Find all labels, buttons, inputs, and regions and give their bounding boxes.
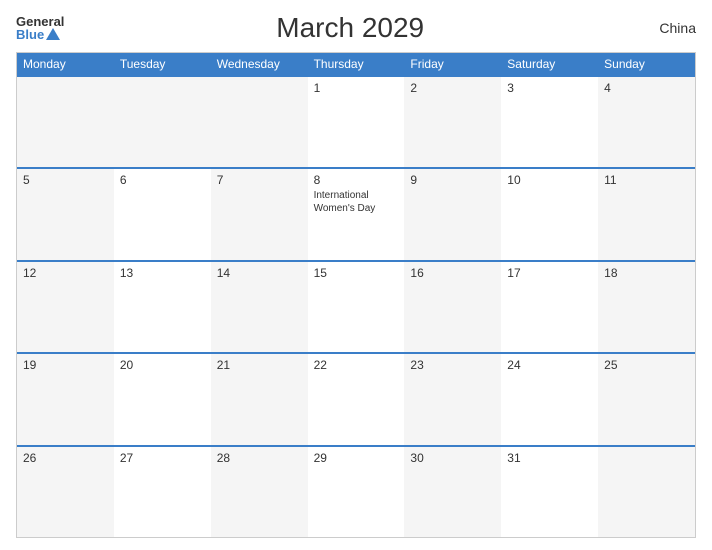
day-cell: 17 xyxy=(501,262,598,352)
week-row-5: 26 27 28 29 30 31 xyxy=(17,445,695,537)
logo: General Blue xyxy=(16,15,64,41)
day-cell: 26 xyxy=(17,447,114,537)
day-number: 7 xyxy=(217,173,302,187)
day-cell: 23 xyxy=(404,354,501,444)
day-number: 18 xyxy=(604,266,689,280)
day-cell: 8 International Women's Day xyxy=(308,169,405,259)
day-cell xyxy=(211,77,308,167)
day-cell xyxy=(114,77,211,167)
day-cell: 9 xyxy=(404,169,501,259)
day-number: 3 xyxy=(507,81,592,95)
day-number: 21 xyxy=(217,358,302,372)
day-cell: 22 xyxy=(308,354,405,444)
week-row-3: 12 13 14 15 16 17 18 xyxy=(17,260,695,352)
header-thursday: Thursday xyxy=(308,53,405,75)
day-cell: 6 xyxy=(114,169,211,259)
day-number: 16 xyxy=(410,266,495,280)
header: General Blue March 2029 China xyxy=(16,12,696,44)
logo-blue-text: Blue xyxy=(16,28,44,41)
day-number: 2 xyxy=(410,81,495,95)
day-number: 17 xyxy=(507,266,592,280)
calendar-page: General Blue March 2029 China Monday Tue… xyxy=(0,0,712,550)
day-number: 23 xyxy=(410,358,495,372)
day-cell: 2 xyxy=(404,77,501,167)
calendar-title: March 2029 xyxy=(64,12,636,44)
header-saturday: Saturday xyxy=(501,53,598,75)
day-number: 12 xyxy=(23,266,108,280)
day-number: 29 xyxy=(314,451,399,465)
day-number: 27 xyxy=(120,451,205,465)
day-cell: 1 xyxy=(308,77,405,167)
logo-blue-container: Blue xyxy=(16,28,60,41)
day-cell xyxy=(17,77,114,167)
day-cell: 12 xyxy=(17,262,114,352)
day-headers-row: Monday Tuesday Wednesday Thursday Friday… xyxy=(17,53,695,75)
day-cell: 14 xyxy=(211,262,308,352)
day-number: 26 xyxy=(23,451,108,465)
day-cell: 3 xyxy=(501,77,598,167)
day-number: 25 xyxy=(604,358,689,372)
week-row-2: 5678 International Women's Day 9 10 11 xyxy=(17,167,695,259)
header-sunday: Sunday xyxy=(598,53,695,75)
day-number: 20 xyxy=(120,358,205,372)
day-number: 28 xyxy=(217,451,302,465)
day-number: 19 xyxy=(23,358,108,372)
day-cell: 13 xyxy=(114,262,211,352)
day-cell: 28 xyxy=(211,447,308,537)
day-number: 14 xyxy=(217,266,302,280)
day-cell xyxy=(598,447,695,537)
day-number: 15 xyxy=(314,266,399,280)
header-monday: Monday xyxy=(17,53,114,75)
day-number: 8 xyxy=(314,173,399,187)
week-row-4: 19 20 21 22 23 24 25 xyxy=(17,352,695,444)
day-number: 24 xyxy=(507,358,592,372)
header-wednesday: Wednesday xyxy=(211,53,308,75)
header-friday: Friday xyxy=(404,53,501,75)
day-number: 6 xyxy=(120,173,205,187)
day-cell: 4 xyxy=(598,77,695,167)
day-cell: 24 xyxy=(501,354,598,444)
day-cell: 10 xyxy=(501,169,598,259)
weeks-container: 12345678International Women's Day9101112… xyxy=(17,75,695,537)
day-cell: 20 xyxy=(114,354,211,444)
calendar-grid: Monday Tuesday Wednesday Thursday Friday… xyxy=(16,52,696,538)
day-cell: 5 xyxy=(17,169,114,259)
logo-triangle-icon xyxy=(46,28,60,40)
day-event: International Women's Day xyxy=(314,189,399,215)
day-cell: 18 xyxy=(598,262,695,352)
day-number: 4 xyxy=(604,81,689,95)
day-cell: 21 xyxy=(211,354,308,444)
day-cell: 16 xyxy=(404,262,501,352)
day-number: 10 xyxy=(507,173,592,187)
day-cell: 19 xyxy=(17,354,114,444)
day-cell: 31 xyxy=(501,447,598,537)
day-number: 31 xyxy=(507,451,592,465)
day-number: 30 xyxy=(410,451,495,465)
day-number: 9 xyxy=(410,173,495,187)
day-cell: 27 xyxy=(114,447,211,537)
day-cell: 30 xyxy=(404,447,501,537)
day-number: 1 xyxy=(314,81,399,95)
day-number: 22 xyxy=(314,358,399,372)
header-tuesday: Tuesday xyxy=(114,53,211,75)
day-number: 11 xyxy=(604,173,689,187)
day-cell: 15 xyxy=(308,262,405,352)
day-number: 13 xyxy=(120,266,205,280)
day-cell: 11 xyxy=(598,169,695,259)
day-number: 5 xyxy=(23,173,108,187)
day-cell: 7 xyxy=(211,169,308,259)
day-cell: 25 xyxy=(598,354,695,444)
country-label: China xyxy=(636,20,696,36)
day-cell: 29 xyxy=(308,447,405,537)
week-row-1: 1234 xyxy=(17,75,695,167)
